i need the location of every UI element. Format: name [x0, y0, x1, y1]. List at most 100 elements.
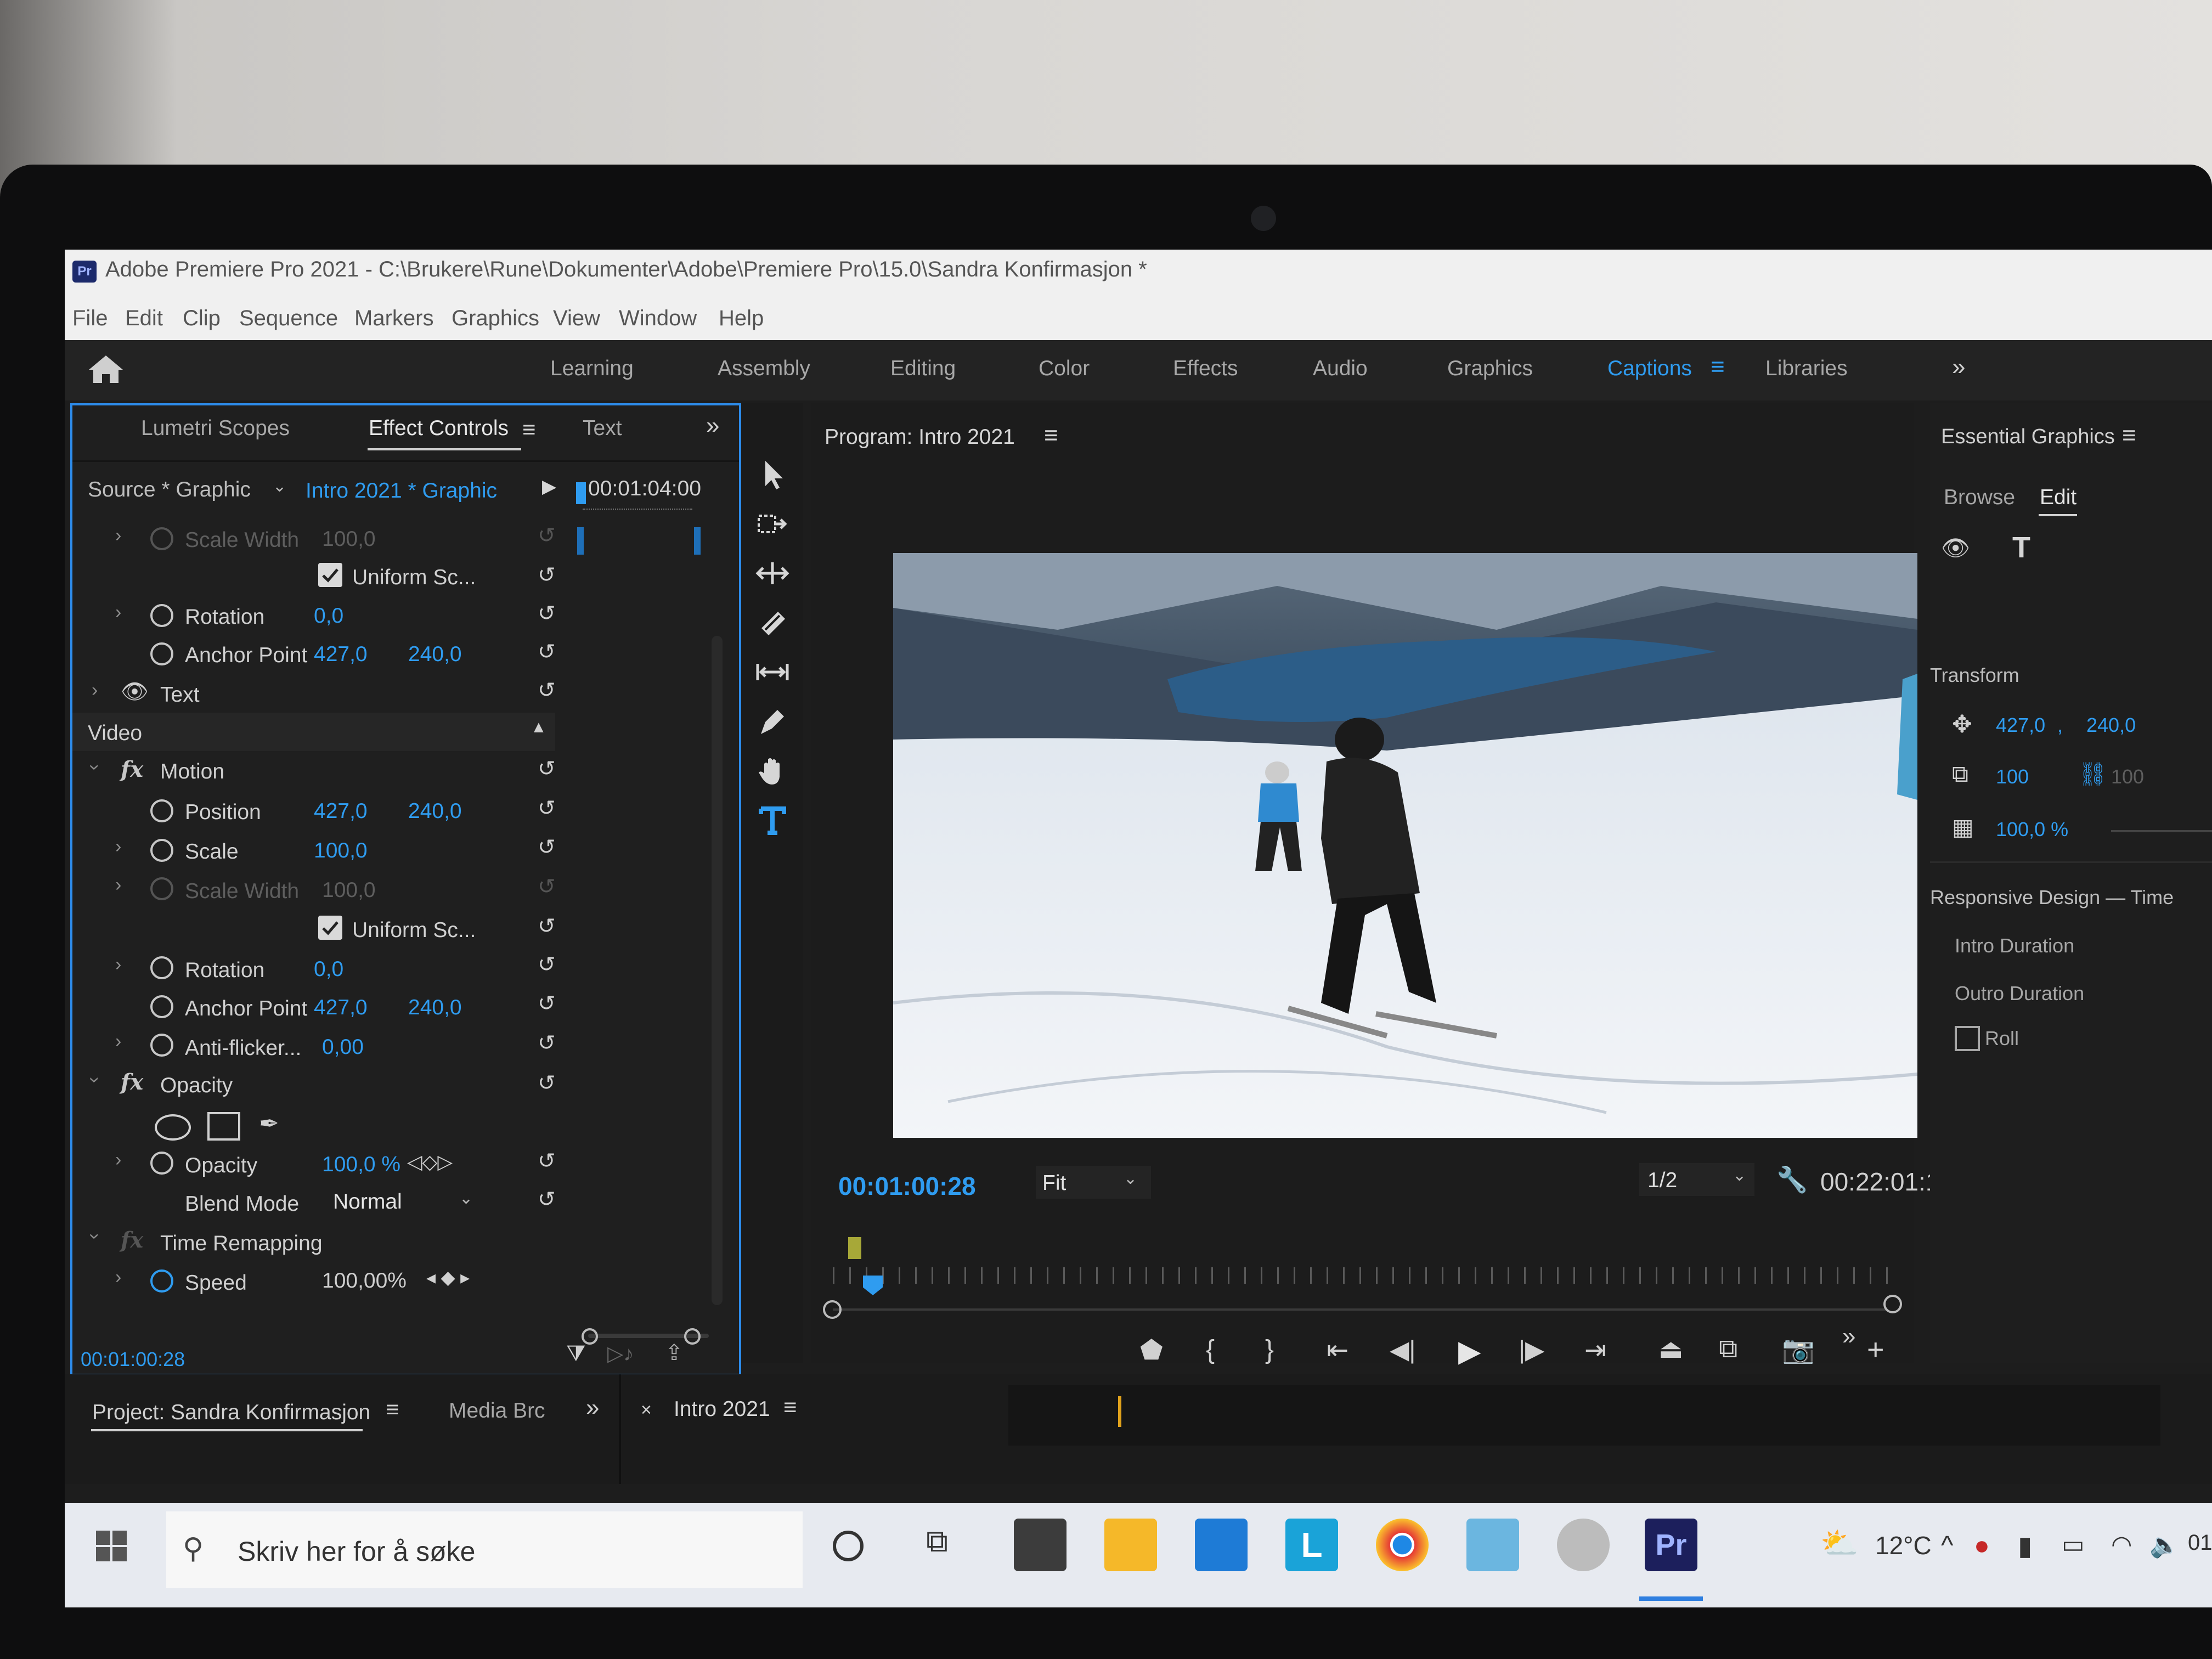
extract-icon[interactable]: ⧉ [1719, 1334, 1737, 1364]
reset-icon[interactable]: ↺ [538, 1071, 556, 1096]
stopwatch-icon[interactable] [150, 642, 173, 665]
reset-icon[interactable]: ↺ [538, 678, 556, 703]
ripple-edit-tool-icon[interactable] [753, 554, 792, 592]
scale-icon[interactable]: ⧉ [1952, 761, 1968, 788]
expand-chevron[interactable]: › [92, 680, 98, 701]
windows-start-icon[interactable] [95, 1530, 128, 1562]
tray-app-icon[interactable]: ● [1974, 1531, 1990, 1561]
workspace-graphics[interactable]: Graphics [1447, 357, 1533, 381]
menu-help[interactable]: Help [719, 306, 764, 331]
time-ruler[interactable] [833, 1267, 1897, 1284]
menu-markers[interactable]: Markers [354, 306, 433, 331]
fit-value[interactable]: Fit [1042, 1171, 1066, 1195]
lift-icon[interactable]: ⏏ [1658, 1334, 1683, 1364]
ellipse-mask-icon[interactable] [155, 1114, 191, 1141]
selection-tool-icon[interactable] [753, 455, 792, 494]
play-icon[interactable]: ▶ [1458, 1334, 1481, 1368]
panel-menu-icon[interactable]: ≡ [522, 416, 536, 443]
workspace-captions[interactable]: Captions [1607, 357, 1692, 381]
reset-icon[interactable]: ↺ [538, 640, 556, 664]
microsoft-store-icon[interactable] [1014, 1519, 1066, 1571]
timecode-bottom[interactable]: 00:01:00:28 [81, 1348, 185, 1371]
stopwatch-icon[interactable] [150, 1152, 173, 1175]
eg-scale[interactable]: 100 [1996, 765, 2029, 788]
workspace-effects[interactable]: Effects [1173, 357, 1238, 381]
tab-media-browser[interactable]: Media Brc [449, 1399, 545, 1423]
menu-sequence[interactable]: Sequence [239, 306, 338, 331]
workspace-menu-icon[interactable]: ≡ [1711, 353, 1725, 381]
menu-file[interactable]: File [72, 306, 108, 331]
tab-sequence[interactable]: Intro 2021 [674, 1397, 770, 1421]
reset-icon[interactable]: ↺ [538, 796, 556, 821]
rotation-value[interactable]: 0,0 [314, 604, 343, 628]
expand-chevron[interactable]: › [115, 954, 121, 975]
razor-tool-icon[interactable] [753, 603, 792, 642]
stopwatch-icon[interactable] [150, 604, 173, 627]
anti-flicker-value[interactable]: 0,00 [322, 1035, 364, 1059]
premiere-taskbar-icon[interactable]: Pr [1645, 1519, 1697, 1571]
stopwatch-icon[interactable] [150, 527, 173, 550]
mark-out-icon[interactable]: } [1265, 1335, 1274, 1365]
task-view-icon[interactable]: ⧉ [926, 1523, 948, 1560]
export-frame-icon[interactable]: 📷 [1782, 1334, 1815, 1365]
sequence-clip-label[interactable]: Intro 2021 * Graphic [306, 479, 497, 503]
track-select-tool-icon[interactable] [753, 505, 792, 543]
reset-icon[interactable]: ↺ [538, 523, 556, 548]
anchor-y-value[interactable]: 240,0 [408, 996, 462, 1020]
taskbar-search-box[interactable]: ⚲ Skriv her for å søke [166, 1511, 803, 1588]
expand-chevron[interactable]: › [115, 1267, 121, 1288]
stopwatch-icon[interactable] [150, 995, 173, 1018]
stopwatch-icon[interactable] [150, 839, 173, 862]
tab-effect-controls[interactable]: Effect Controls [369, 416, 509, 441]
speed-value[interactable]: 100,00% [322, 1269, 407, 1293]
volume-icon[interactable]: 🔈 [2149, 1531, 2180, 1559]
l-app-icon[interactable]: L [1285, 1519, 1338, 1571]
fx-icon[interactable]: fx [121, 1227, 143, 1253]
eg-text-layer-icon[interactable]: T [2012, 531, 2030, 565]
expand-chevron[interactable]: › [115, 1031, 121, 1052]
eg-position-y[interactable]: 240,0 [2086, 714, 2136, 737]
project-menu-icon[interactable]: ≡ [386, 1396, 399, 1423]
roll-checkbox[interactable] [1955, 1026, 1980, 1051]
in-marker[interactable] [848, 1237, 861, 1259]
eg-opacity-slider[interactable] [2111, 830, 2212, 832]
file-explorer-icon[interactable] [1104, 1519, 1157, 1571]
reset-icon[interactable]: ↺ [538, 835, 556, 860]
resolution-value[interactable]: 1/2 [1647, 1169, 1677, 1193]
menu-graphics[interactable]: Graphics [452, 306, 539, 331]
reset-icon[interactable]: ↺ [538, 1187, 556, 1212]
filter-icon[interactable]: ⧩ [566, 1341, 586, 1366]
position-x-value[interactable]: 427,0 [314, 799, 368, 823]
sequence-menu-icon[interactable]: ≡ [783, 1394, 797, 1420]
position-y-value[interactable]: 240,0 [408, 799, 462, 823]
go-to-out-icon[interactable]: ⇥ [1584, 1335, 1606, 1365]
tab-text[interactable]: Text [583, 416, 622, 441]
fx-icon[interactable]: fx [121, 1069, 143, 1095]
pen-mask-icon[interactable]: ✒ [259, 1110, 279, 1138]
step-forward-icon[interactable]: |▶ [1519, 1335, 1544, 1364]
collapse-chevron[interactable]: › [84, 764, 105, 770]
eg-title[interactable]: Essential Graphics [1941, 425, 2115, 449]
blend-dropdown-icon[interactable]: ⌄ [459, 1189, 473, 1208]
cortana-icon[interactable] [833, 1531, 864, 1561]
mark-in-icon[interactable]: { [1206, 1335, 1215, 1365]
playhead-marker[interactable] [576, 482, 586, 504]
app-icon[interactable] [1466, 1519, 1519, 1571]
more-buttons-icon[interactable]: » [1842, 1323, 1855, 1350]
slip-tool-icon[interactable] [753, 653, 792, 691]
opacity-checker-icon[interactable]: ▦ [1952, 814, 1974, 840]
home-icon[interactable] [87, 352, 125, 385]
eg-position-x[interactable]: 427,0 [1996, 714, 2045, 737]
resolution-dropdown-icon[interactable]: ⌄ [1733, 1166, 1746, 1185]
eye-icon[interactable]: 👁 [121, 679, 149, 704]
opacity-value[interactable]: 100,0 % [322, 1153, 400, 1177]
scroll-handle-left[interactable] [823, 1300, 842, 1319]
app-icon[interactable] [1557, 1519, 1610, 1571]
scale-width-value[interactable]: 100,0 [322, 527, 376, 551]
type-tool-icon[interactable] [753, 801, 792, 839]
workspace-editing[interactable]: Editing [890, 357, 956, 381]
clock[interactable]: 01 [2188, 1531, 2212, 1555]
more-panels-icon[interactable]: » [586, 1394, 599, 1421]
reset-icon[interactable]: ↺ [538, 952, 556, 977]
audio-only-icon[interactable]: ▷♪ [607, 1341, 634, 1366]
